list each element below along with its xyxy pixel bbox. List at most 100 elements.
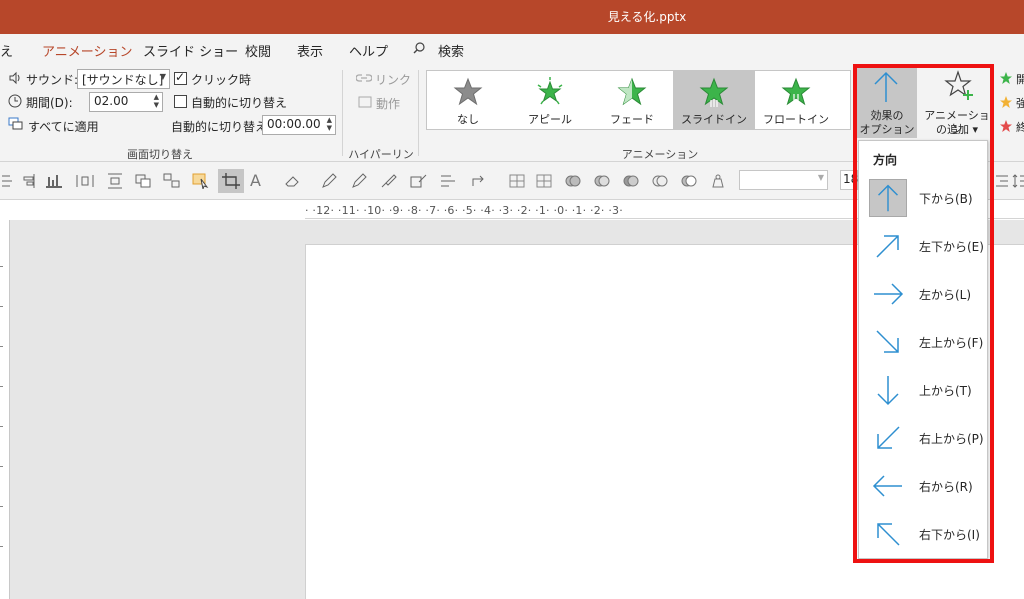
- align-right-icon[interactable]: [20, 173, 38, 189]
- tab-animations[interactable]: アニメーション: [42, 41, 133, 66]
- on-click-label: クリック時: [191, 73, 252, 87]
- star-burst-icon: [537, 77, 563, 105]
- edit-shape-icon[interactable]: [410, 173, 428, 189]
- direction-label: 上から(T): [919, 384, 972, 398]
- pen-icon[interactable]: [350, 173, 368, 189]
- clock-icon: [8, 94, 22, 108]
- shape-intersect-icon[interactable]: [651, 173, 669, 189]
- ruler-mark: [0, 426, 3, 427]
- font-size-input[interactable]: 18: [840, 170, 858, 190]
- star-float-icon: [781, 77, 811, 106]
- text-effect-icon[interactable]: A: [250, 171, 261, 190]
- arrow-up-left-icon: [877, 523, 900, 546]
- ruler-ticks: · ·12· ·11· ·10· ·9· ·8· ·7· ·6· ·5· ·4·…: [305, 204, 623, 217]
- tab-view[interactable]: 表示: [297, 41, 323, 60]
- duration-input[interactable]: 02.00 ▲ ▼: [89, 92, 163, 112]
- effect-options-button[interactable]: 効果の オプション ▾: [857, 66, 917, 150]
- title-bar: 見える化.pptx: [0, 0, 1024, 34]
- align-objects-icon[interactable]: [440, 173, 458, 189]
- anim-none[interactable]: なし: [427, 71, 509, 129]
- direction-label: 右上から(P): [919, 432, 984, 446]
- auto-switch-checkbox[interactable]: [174, 95, 187, 108]
- distribute-v-icon[interactable]: [106, 173, 124, 189]
- side-label-emphasis[interactable]: 強: [1016, 95, 1024, 111]
- star-slide-icon: [699, 77, 729, 107]
- spinner-icon[interactable]: ▲ ▼: [327, 116, 332, 132]
- font-select[interactable]: ▼: [739, 170, 828, 190]
- direction-from-top-left[interactable]: 左上から(F): [859, 318, 987, 366]
- select-icon[interactable]: [192, 173, 210, 189]
- anim-fade[interactable]: フェード: [591, 71, 673, 129]
- add-animation-label-2: の追加 ▾: [935, 123, 979, 136]
- direction-label: 右下から(I): [919, 528, 980, 542]
- tab-slideshow[interactable]: スライド ショー: [143, 41, 238, 60]
- divider: [418, 70, 419, 156]
- on-click-checkbox[interactable]: [174, 70, 187, 85]
- side-label-start[interactable]: 開: [1016, 71, 1024, 87]
- direction-from-bottom-right[interactable]: 右下から(I): [859, 510, 987, 558]
- shape-subtract-icon[interactable]: [680, 173, 698, 189]
- line-spacing-icon[interactable]: [1012, 173, 1024, 189]
- link-button[interactable]: リンク: [375, 71, 411, 88]
- star-icon: [453, 77, 483, 106]
- window-title: 見える化.pptx: [607, 10, 687, 24]
- direction-from-bottom-left[interactable]: 左下から(E): [859, 222, 987, 270]
- shape-fragment-icon[interactable]: [622, 173, 640, 189]
- apply-all-button[interactable]: すべてに適用: [28, 118, 99, 135]
- tab-review[interactable]: 校閲: [245, 41, 271, 60]
- divider: [342, 70, 343, 156]
- slide-thumbnail-pane[interactable]: [0, 220, 10, 599]
- arrow-down-icon: [877, 376, 899, 406]
- anim-appeal[interactable]: アピール: [509, 71, 591, 129]
- bring-forward-icon[interactable]: [134, 173, 152, 189]
- crop-button[interactable]: [218, 169, 244, 193]
- tab-help[interactable]: ヘルプ: [349, 41, 388, 60]
- duration-value: 02.00: [94, 94, 129, 108]
- pen-icon[interactable]: [320, 173, 338, 189]
- auto-switch-time-value: 00:00.00: [267, 117, 321, 131]
- anim-float-in[interactable]: フロートイン: [755, 71, 837, 129]
- chevron-down-icon: ▼: [817, 173, 824, 182]
- distribute-h-icon[interactable]: [76, 173, 94, 189]
- direction-menu-header: 方向: [873, 153, 898, 167]
- ruler-mark: [0, 306, 3, 307]
- rotate-icon[interactable]: [470, 173, 488, 189]
- search-icon[interactable]: [413, 42, 425, 54]
- table-icon[interactable]: [508, 173, 526, 189]
- star-yellow-icon: [1000, 96, 1012, 108]
- action-button[interactable]: 動作: [376, 95, 400, 112]
- add-animation-button[interactable]: アニメーション の追加 ▾: [920, 66, 994, 138]
- brush-icon[interactable]: [380, 173, 398, 189]
- direction-from-top-right[interactable]: 右上から(P): [859, 414, 987, 462]
- tab-search[interactable]: 検索: [438, 41, 464, 60]
- spinner-icon[interactable]: ▲ ▼: [154, 93, 159, 109]
- align-icon[interactable]: [0, 173, 18, 189]
- star-green-icon: [1000, 72, 1012, 84]
- arrow-right-icon: [874, 283, 904, 305]
- scale-icon[interactable]: [709, 173, 727, 189]
- direction-label: 左上から(F): [919, 336, 984, 350]
- direction-from-left[interactable]: 左から(L): [859, 270, 987, 318]
- auto-switch-time-input[interactable]: 00:00.00 ▲ ▼: [262, 115, 336, 135]
- sound-value: [サウンドなし]: [82, 73, 164, 87]
- anim-label: スライドイン: [681, 113, 747, 126]
- side-label-exit[interactable]: 終: [1016, 119, 1024, 135]
- eraser-icon[interactable]: [283, 173, 301, 189]
- animation-gallery: なし アピール フェード スライドイン フロートイン: [426, 70, 851, 130]
- direction-menu: 方向 下から(B) 左下から(E) 左から(L) 左上から(F) 上から(T) …: [858, 140, 988, 559]
- align-bottom-icon[interactable]: [45, 173, 63, 189]
- direction-from-top[interactable]: 上から(T): [859, 366, 987, 414]
- grid-icon[interactable]: [535, 173, 553, 189]
- anim-label: フロートイン: [763, 113, 829, 126]
- direction-from-bottom[interactable]: 下から(B): [859, 174, 987, 222]
- star-fade-icon: [617, 77, 647, 106]
- direction-from-right[interactable]: 右から(R): [859, 462, 987, 510]
- anim-slide-in[interactable]: スライドイン: [673, 71, 755, 129]
- group-icon[interactable]: [163, 173, 181, 189]
- align-right-text-icon[interactable]: [992, 173, 1010, 189]
- shape-union-icon[interactable]: [564, 173, 582, 189]
- tab-transitions[interactable]: え: [0, 41, 13, 60]
- crop-icon: [222, 173, 240, 189]
- sound-select[interactable]: [サウンドなし] ▼: [77, 69, 170, 89]
- shape-combine-icon[interactable]: [593, 173, 611, 189]
